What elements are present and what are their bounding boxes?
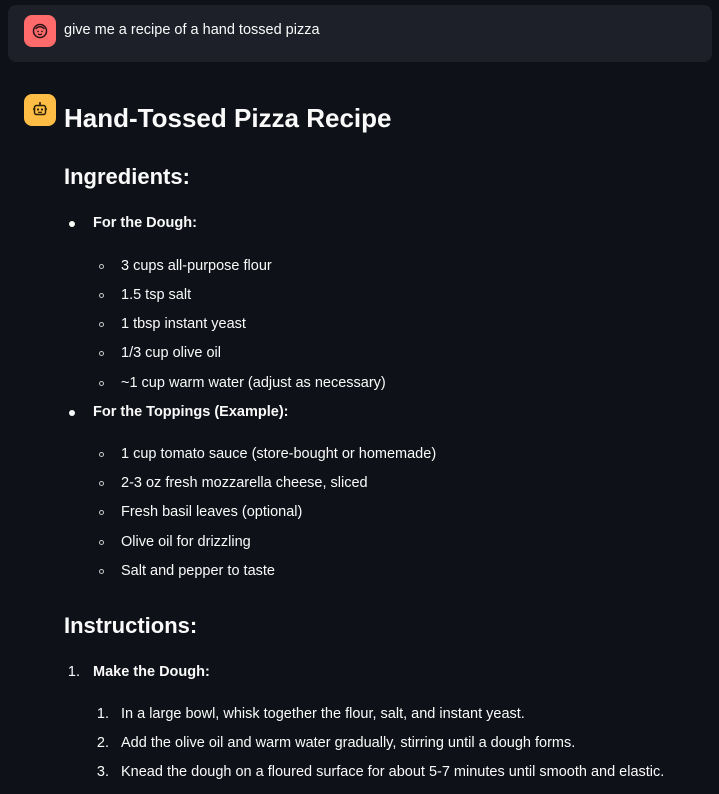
- dough-item: 1.5 tsp salt: [121, 287, 192, 303]
- instructions-heading: Instructions:: [64, 613, 198, 638]
- ingredients-heading: Ingredients:: [64, 164, 190, 189]
- bullet-circle: [99, 293, 104, 298]
- toppings-item: Olive oil for drizzling: [121, 534, 251, 550]
- user-message-text: give me a recipe of a hand tossed pizza: [64, 22, 320, 38]
- user-avatar: [24, 15, 56, 47]
- bullet-disc: [69, 221, 75, 227]
- substep-text: Add the olive oil and warm water gradual…: [121, 735, 576, 751]
- bullet-circle: [99, 381, 104, 386]
- substep-number: 2.: [96, 735, 109, 751]
- bullet-circle: [99, 510, 104, 515]
- bullet-circle: [99, 322, 104, 327]
- bullet-circle: [99, 264, 104, 269]
- user-message: give me a recipe of a hand tossed pizza: [8, 5, 712, 62]
- toppings-item: Fresh basil leaves (optional): [121, 504, 303, 520]
- recipe-title: Hand-Tossed Pizza Recipe: [64, 103, 392, 133]
- substep-text: In a large bowl, whisk together the flou…: [121, 706, 525, 722]
- bullet-circle: [99, 569, 104, 574]
- assistant-avatar: [24, 94, 56, 126]
- user-face-icon: [32, 23, 48, 39]
- dough-item: 1/3 cup olive oil: [121, 345, 221, 361]
- dough-item: ~1 cup warm water (adjust as necessary): [121, 375, 386, 391]
- dough-item: 3 cups all-purpose flour: [121, 258, 272, 274]
- dough-item: 1 tbsp instant yeast: [121, 316, 246, 332]
- substep-text: Knead the dough on a floured surface for…: [121, 764, 665, 780]
- substep-number: 3.: [96, 764, 109, 780]
- step-heading: Make the Dough:: [93, 664, 210, 680]
- toppings-item: 2-3 oz fresh mozzarella cheese, sliced: [121, 475, 368, 491]
- robot-icon: [33, 102, 47, 116]
- bullet-circle: [99, 540, 104, 545]
- substep-number: 1.: [96, 706, 109, 722]
- bullet-circle: [99, 481, 104, 486]
- dough-heading: For the Dough:: [93, 215, 197, 231]
- bullet-circle: [99, 351, 104, 356]
- toppings-item: Salt and pepper to taste: [121, 563, 275, 579]
- bullet-disc: [69, 410, 75, 416]
- toppings-heading: For the Toppings (Example):: [93, 404, 289, 420]
- toppings-item: 1 cup tomato sauce (store-bought or home…: [121, 446, 437, 462]
- step-number: 1.: [67, 664, 80, 680]
- bullet-circle: [99, 452, 104, 457]
